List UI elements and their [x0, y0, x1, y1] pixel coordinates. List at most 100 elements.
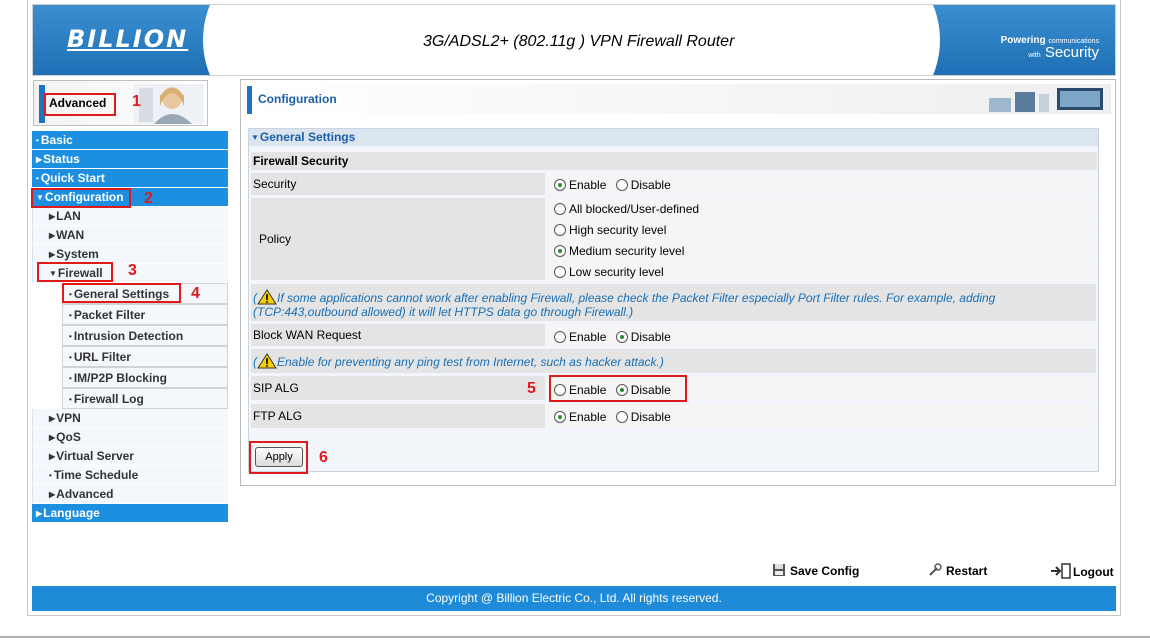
- nav-label: Time Schedule: [53, 468, 139, 482]
- option-label: Low security level: [569, 265, 664, 279]
- nav-virtual-server[interactable]: ▶Virtual Server: [32, 447, 228, 466]
- nav-wan[interactable]: ▶WAN: [32, 226, 228, 245]
- ftp-alg-enable-option[interactable]: Enable: [554, 404, 606, 430]
- nav-label: Firewall Log: [73, 392, 144, 406]
- radio-selected-icon: [554, 411, 566, 423]
- bullet-icon: •: [49, 471, 52, 480]
- nav-packet-filter[interactable]: • Packet Filter: [62, 304, 228, 325]
- bullet-icon: •: [69, 374, 72, 383]
- annotation-number: 4: [191, 285, 200, 302]
- bullet-icon: •: [69, 353, 72, 362]
- general-settings-header[interactable]: ▼General Settings: [249, 129, 1098, 146]
- radio-selected-icon: [615, 331, 628, 343]
- chevron-right-icon: ▶: [49, 231, 56, 240]
- header-banner: BILLION 3G/ADSL2+ (802.11g ) VPN Firewal…: [32, 4, 1116, 76]
- chevron-right-icon: ▶: [36, 155, 43, 164]
- radio-icon: [615, 179, 628, 191]
- copyright-bar: Copyright @ Billion Electric Co., Ltd. A…: [32, 586, 1116, 611]
- block-wan-enable-option[interactable]: Enable: [554, 324, 606, 350]
- save-config-button[interactable]: Save Config: [772, 563, 859, 578]
- nav-status[interactable]: ▶Status: [32, 150, 228, 169]
- ftp-alg-options: Enable Disable: [548, 404, 1096, 428]
- nav-time-schedule[interactable]: • Time Schedule: [32, 466, 228, 485]
- chevron-right-icon: ▶: [49, 250, 56, 259]
- nav-lan[interactable]: ▶LAN: [32, 207, 228, 226]
- annotation-box-configuration: [31, 188, 131, 208]
- chevron-right-icon: ▶: [49, 433, 56, 442]
- bullet-icon: •: [69, 395, 72, 404]
- firewall-note-line1: If some applications cannot work after e…: [277, 291, 996, 305]
- nav-label: IM/P2P Blocking: [73, 371, 167, 385]
- annotation-box-sip-alg: [549, 375, 687, 402]
- firewall-security-heading: Firewall Security: [251, 152, 1097, 170]
- bottom-divider: [0, 636, 1150, 638]
- nav-vpn[interactable]: ▶VPN: [32, 409, 228, 428]
- sip-alg-label: SIP ALG: [251, 376, 545, 400]
- security-options: Enable Disable: [548, 173, 1096, 195]
- nav-basic[interactable]: • Basic: [32, 131, 228, 150]
- tagline-security-line: with Security: [1001, 44, 1099, 61]
- radio-selected-icon: [554, 179, 566, 191]
- option-label: Medium security level: [569, 244, 685, 258]
- logout-label: Logout: [1073, 565, 1114, 579]
- chevron-right-icon: ▶: [36, 509, 43, 518]
- nav-advanced[interactable]: ▶Advanced: [32, 485, 228, 504]
- nav-label: QoS: [56, 430, 81, 444]
- policy-option-low[interactable]: Low security level: [548, 261, 1096, 281]
- computers-banner-image: [969, 86, 1109, 114]
- chevron-down-icon: ▼: [251, 133, 259, 142]
- bullet-icon: •: [36, 174, 39, 183]
- block-wan-disable-option[interactable]: Disable: [615, 324, 671, 350]
- annotation-box-advanced: [44, 93, 116, 116]
- option-label: Enable: [569, 178, 607, 192]
- nav-label: WAN: [56, 228, 85, 242]
- device-title: 3G/ADSL2+ (802.11g ) VPN Firewall Router: [423, 33, 735, 50]
- radio-icon: [615, 411, 628, 423]
- annotation-number: 3: [128, 262, 137, 279]
- annotation-number: 1: [132, 93, 141, 110]
- floppy-disk-icon: [773, 564, 785, 576]
- policy-option-all-blocked[interactable]: All blocked/User-defined: [548, 198, 1096, 218]
- header-curve: [203, 5, 323, 75]
- nav-label: Intrusion Detection: [73, 329, 184, 343]
- billion-logo: BILLION: [67, 25, 189, 53]
- option-label: Enable: [569, 410, 607, 424]
- warning-icon: [257, 289, 277, 305]
- nav-im-p2p-blocking[interactable]: • IM/P2P Blocking: [62, 367, 228, 388]
- nav-label: Advanced: [56, 487, 114, 501]
- nav-quick-start[interactable]: • Quick Start: [32, 169, 228, 188]
- logout-door-icon: [1051, 563, 1071, 579]
- ftp-alg-disable-option[interactable]: Disable: [615, 404, 671, 430]
- nav-label: System: [56, 247, 99, 261]
- bullet-icon: •: [69, 332, 72, 341]
- option-label: Disable: [630, 410, 671, 424]
- restart-tools-icon: [929, 563, 942, 576]
- policy-label: Policy: [251, 198, 545, 280]
- nav-intrusion-detection[interactable]: • Intrusion Detection: [62, 325, 228, 346]
- option-label: High security level: [569, 223, 667, 237]
- warning-icon: [257, 353, 277, 369]
- restart-label: Restart: [946, 564, 988, 578]
- policy-option-medium[interactable]: Medium security level: [548, 240, 1096, 260]
- nav-label: Packet Filter: [73, 308, 146, 322]
- option-label: All blocked/User-defined: [569, 202, 700, 216]
- nav-url-filter[interactable]: • URL Filter: [62, 346, 228, 367]
- annotation-box-general-settings: [62, 283, 181, 303]
- header-curve-right: [820, 5, 940, 75]
- chevron-right-icon: ▶: [49, 490, 56, 499]
- policy-option-high[interactable]: High security level: [548, 219, 1096, 239]
- annotation-number: 5: [527, 380, 536, 397]
- nav-firewall-log[interactable]: • Firewall Log: [62, 388, 228, 409]
- annotation-number: 2: [144, 190, 153, 207]
- chevron-right-icon: ▶: [49, 414, 56, 423]
- restart-button[interactable]: Restart: [928, 563, 987, 578]
- bullet-icon: •: [36, 136, 39, 145]
- option-label: Disable: [630, 178, 671, 192]
- option-label: Disable: [630, 330, 671, 344]
- logout-button[interactable]: Logout: [1050, 563, 1114, 579]
- nav-qos[interactable]: ▶QoS: [32, 428, 228, 447]
- nav-language[interactable]: ▶Language: [32, 504, 228, 523]
- security-disable-option[interactable]: Disable: [615, 173, 671, 197]
- nav-label: Language: [43, 506, 100, 520]
- security-enable-option[interactable]: Enable: [554, 173, 606, 197]
